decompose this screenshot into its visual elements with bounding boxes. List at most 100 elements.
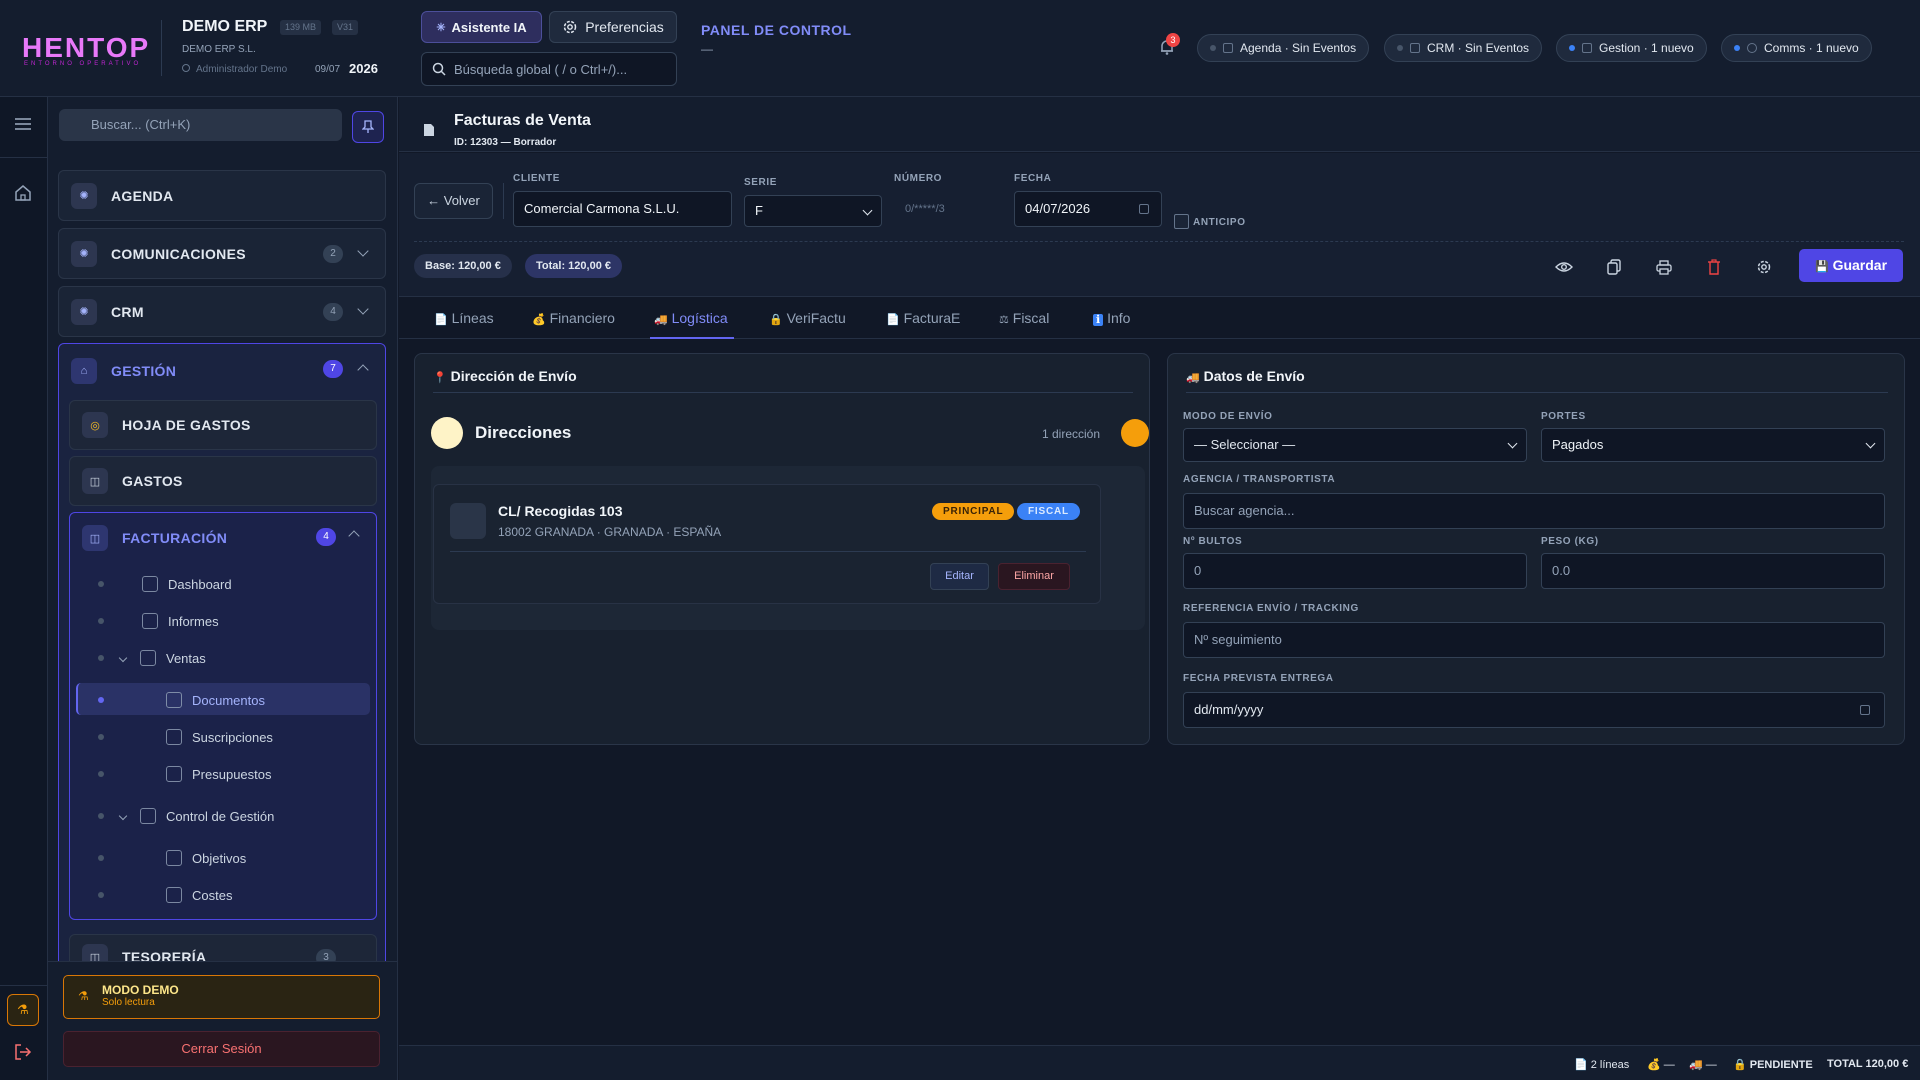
tree-dot-active [98, 697, 104, 703]
copy-icon[interactable] [1604, 257, 1624, 277]
chip-agenda[interactable]: Agenda · Sin Eventos [1197, 34, 1370, 62]
tab-financiero[interactable]: 💰 Financiero [532, 310, 615, 326]
chevron-up-icon[interactable] [357, 364, 369, 376]
notification-badge: 3 [1166, 33, 1180, 47]
count-badge: 2 [323, 245, 343, 263]
sidebar-item-crm[interactable]: ✺ CRM 4 [58, 286, 386, 337]
logo[interactable]: HENTOP [22, 32, 150, 64]
tab-label: Financiero [549, 310, 615, 326]
bultos-input[interactable]: 0 [1183, 553, 1527, 589]
fiscal-badge: FISCAL [1017, 503, 1080, 520]
logout-icon[interactable] [14, 1043, 32, 1061]
tree-item-dashboard[interactable]: Dashboard [142, 576, 232, 592]
calendar-icon [1139, 204, 1149, 214]
anticipo-checkbox[interactable] [1174, 214, 1189, 229]
sidebar-group-gestion: ⌂ GESTIÓN 7 ◎ HOJA DE GASTOS ◫ GASTOS ◫ … [58, 343, 386, 1063]
demo-mode-banner: ⚗ MODO DEMO Solo lectura [63, 975, 380, 1019]
tracking-input[interactable]: Nº seguimiento [1183, 622, 1885, 658]
tree-item-label: Control de Gestión [166, 808, 275, 824]
tree-item-label: Ventas [166, 650, 206, 666]
tree-item-presupuestos[interactable]: Presupuestos [166, 766, 272, 782]
agencia-label: AGENCIA / TRANSPORTISTA [1183, 474, 1336, 485]
tree-dot [98, 618, 104, 624]
tree-item-documentos[interactable]: Documentos [166, 692, 265, 708]
settings-icon[interactable] [1754, 257, 1774, 277]
tree-item-objetivos[interactable]: Objetivos [166, 850, 246, 866]
print-icon[interactable] [1654, 257, 1674, 277]
tab-info[interactable]: ℹ Info [1093, 310, 1130, 326]
tab-fiscal[interactable]: ⚖ Fiscal [999, 310, 1049, 326]
calendar-icon [1223, 43, 1233, 53]
panel-title[interactable]: PANEL DE CONTROL [701, 22, 852, 38]
flask-icon[interactable]: ⚗ [7, 994, 39, 1026]
tree-item-ventas[interactable]: Ventas [118, 650, 206, 666]
sidebar-item-comunicaciones[interactable]: ✺ COMUNICACIONES 2 [58, 228, 386, 279]
top-bar: HENTOP ENTORNO OPERATIVO DEMO ERP 139 MB… [0, 0, 1920, 97]
sidebar-item-gastos[interactable]: ◫ GASTOS [69, 456, 377, 506]
expenses-icon: ◫ [82, 468, 108, 494]
truck-icon: 🚚 [654, 314, 668, 326]
delete-address-button[interactable]: Eliminar [998, 563, 1070, 590]
eye-icon[interactable] [1554, 257, 1574, 277]
chevron-down-icon [1507, 438, 1518, 449]
chevron-down-icon [357, 303, 369, 315]
trash-icon[interactable] [1704, 257, 1724, 277]
search-icon [432, 62, 446, 76]
sidebar: Buscar... (Ctrl+K) ✺ AGENDA ✺ COMUNICACI… [48, 97, 398, 1080]
chevron-up-icon[interactable] [348, 530, 360, 542]
chip-gestion[interactable]: Gestion · 1 nuevo [1556, 34, 1707, 62]
main-content: Facturas de Venta ID: 12303 — Borrador ←… [399, 97, 1920, 1080]
fecha-label: FECHA [1014, 173, 1052, 184]
chip-comms[interactable]: Comms · 1 nuevo [1721, 34, 1872, 62]
tab-verifactu[interactable]: 🔒 VeriFactu [769, 310, 846, 326]
tree-item-costes[interactable]: Costes [166, 887, 232, 903]
edit-address-button[interactable]: Editar [930, 563, 989, 590]
fecha-entrega-input[interactable]: dd/mm/yyyy [1183, 692, 1885, 728]
sidebar-item-agenda[interactable]: ✺ AGENDA [58, 170, 386, 221]
pin-button[interactable] [352, 111, 384, 143]
sidebar-item-label: AGENDA [111, 187, 174, 204]
flask-icon: ⚗ [78, 989, 89, 1003]
back-button[interactable]: ← Volver [414, 183, 493, 219]
chevron-down-icon [118, 811, 128, 821]
fecha-value: 04/07/2026 [1025, 201, 1091, 216]
add-address-button[interactable] [1121, 419, 1149, 447]
chip-crm[interactable]: CRM · Sin Eventos [1384, 34, 1543, 62]
portes-select[interactable]: Pagados [1541, 428, 1885, 462]
status-logistica: 🚚 — [1689, 1059, 1717, 1071]
tree-item-informes[interactable]: Informes [142, 613, 219, 629]
version-badge: V31 [332, 20, 359, 35]
tree-item-control-de-gestion[interactable]: Control de Gestión [118, 808, 275, 824]
logout-button[interactable]: Cerrar Sesión [63, 1031, 380, 1067]
peso-input[interactable]: 0.0 [1541, 553, 1885, 589]
tree-item-suscripciones[interactable]: Suscripciones [166, 729, 273, 745]
sidebar-search-input[interactable]: Buscar... (Ctrl+K) [59, 109, 342, 141]
chevron-down-icon [118, 653, 128, 663]
subscription-icon [166, 729, 182, 745]
pin-icon [362, 120, 374, 133]
status-bar: 📄 2 líneas 💰 — 🚚 — 🔒 PENDIENTE TOTAL 120… [399, 1045, 1920, 1080]
sidebar-item-facturacion[interactable]: ◫ FACTURACIÓN [82, 525, 227, 551]
global-search-input[interactable]: Búsqueda global ( / o Ctrl+/)... [421, 52, 677, 86]
portes-label: PORTES [1541, 411, 1586, 422]
fecha-input[interactable]: 04/07/2026 [1014, 191, 1162, 227]
modo-envio-select[interactable]: — Seleccionar — [1183, 428, 1527, 462]
cliente-input[interactable]: Comercial Carmona S.L.U. [513, 191, 732, 227]
serie-select[interactable]: F [744, 195, 882, 227]
sidebar-item-hoja-de-gastos[interactable]: ◎ HOJA DE GASTOS [69, 400, 377, 450]
date: 09/07 [315, 64, 341, 75]
preferences-button[interactable]: Preferencias [549, 11, 677, 43]
document-header: Facturas de Venta ID: 12303 — Borrador [399, 97, 1920, 152]
tab-facturae[interactable]: 📄 FacturaE [886, 310, 960, 326]
tab-logistica[interactable]: 🚚 Logística [654, 310, 728, 326]
tab-lineas[interactable]: 📄 Líneas [434, 310, 494, 326]
menu-icon[interactable] [14, 117, 32, 131]
ai-assistant-button[interactable]: ✳ Asistente IA [421, 11, 542, 43]
save-button[interactable]: 💾 Guardar [1799, 249, 1903, 282]
panel-subtitle: — [701, 42, 713, 56]
address-item: CL/ Recogidas 103 18002 GRANADA · GRANAD… [433, 484, 1101, 604]
home-icon[interactable] [13, 183, 33, 203]
sidebar-item-gestion[interactable]: ⌂ GESTIÓN [71, 358, 176, 384]
agencia-input[interactable]: Buscar agencia... [1183, 493, 1885, 529]
tree-dot [98, 855, 104, 861]
